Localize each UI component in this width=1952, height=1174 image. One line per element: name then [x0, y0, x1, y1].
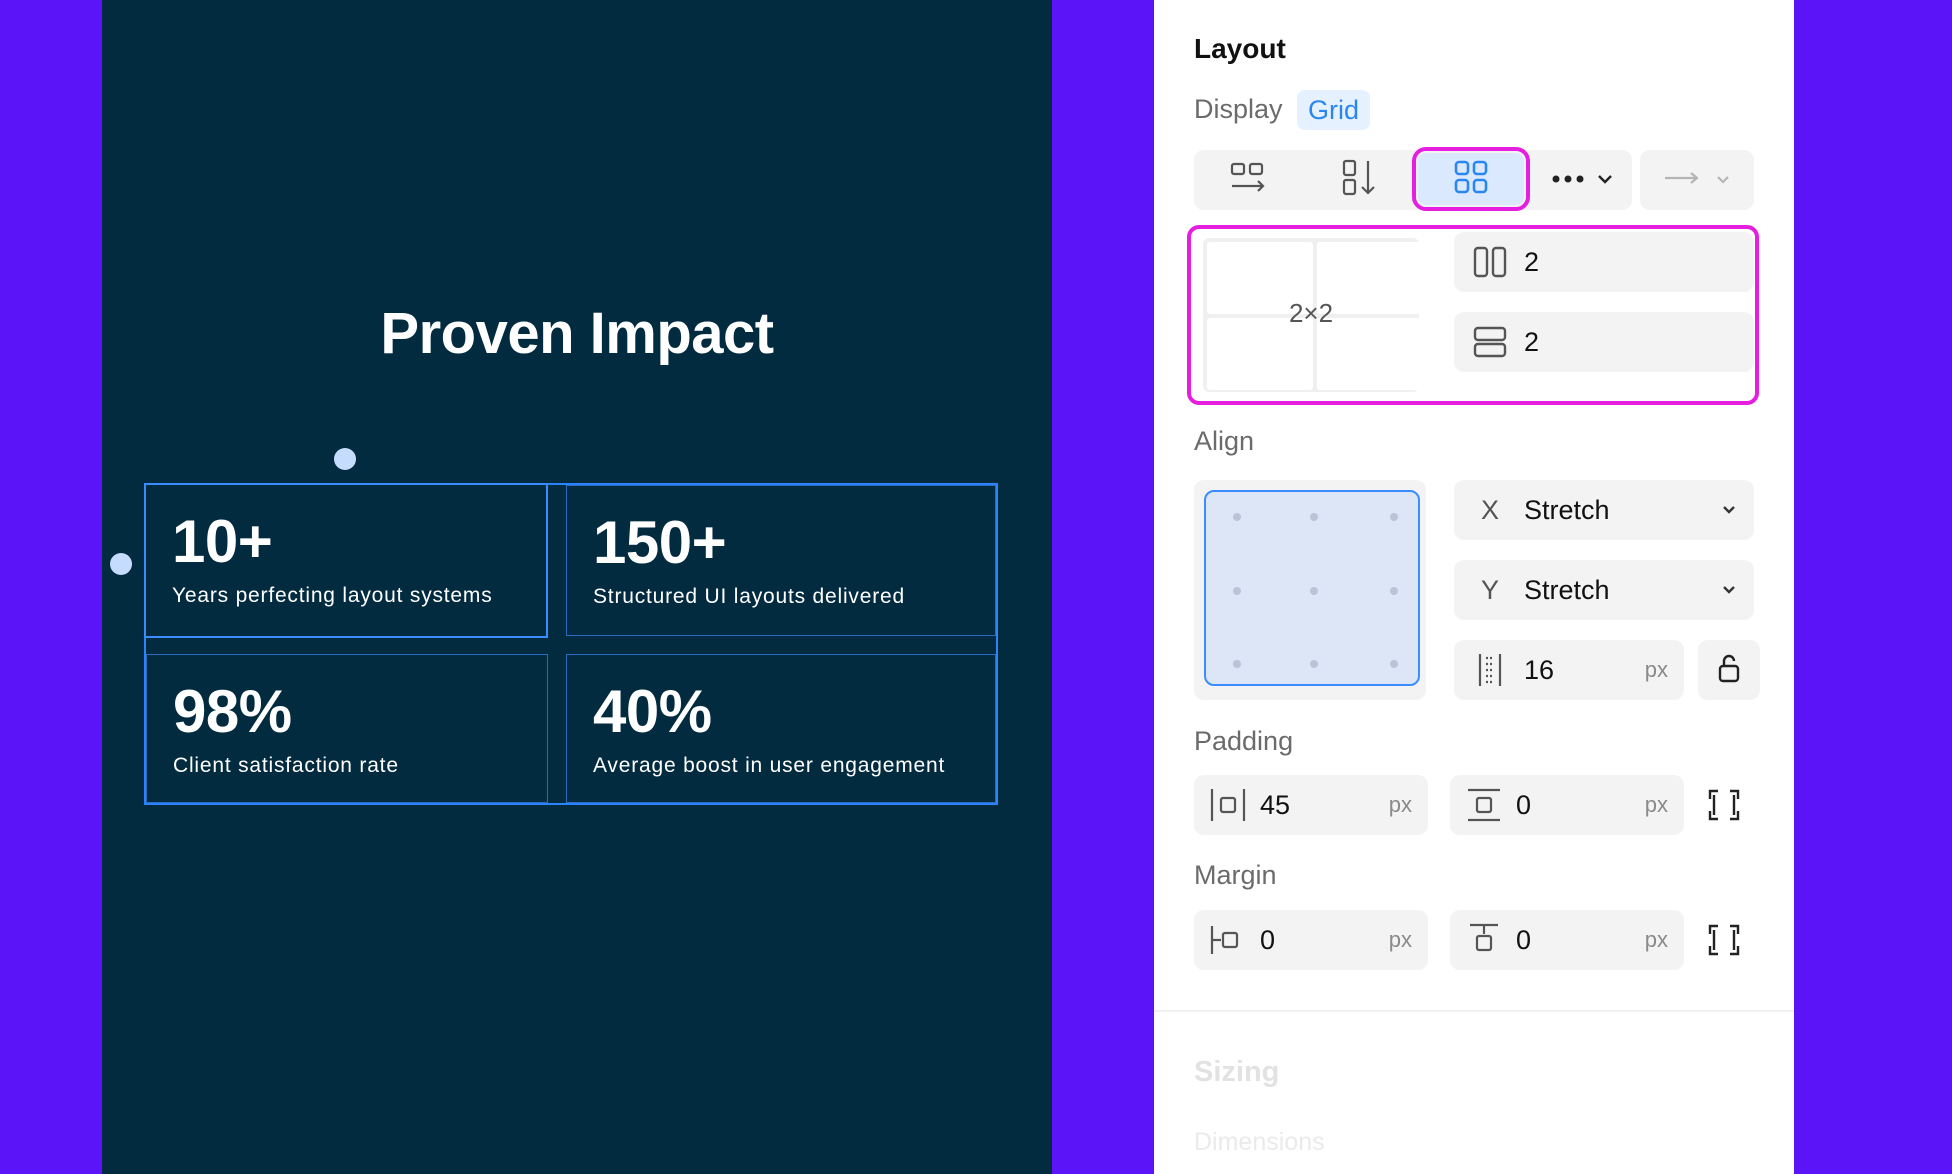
alignment-dot[interactable]	[1390, 587, 1398, 595]
gap-icon	[1470, 652, 1510, 688]
arrow-right-icon	[1664, 171, 1700, 190]
gap-field[interactable]: 16 px	[1454, 640, 1684, 700]
display-value-badge: Grid	[1297, 90, 1371, 130]
columns-field[interactable]: 2	[1454, 232, 1754, 292]
margin-individual-sides-button[interactable]	[1708, 924, 1740, 961]
padding-horizontal-unit: px	[1388, 792, 1412, 817]
stat-value: 150+	[593, 509, 727, 576]
align-label: Align	[1194, 426, 1255, 456]
padding-vertical-field[interactable]: 0 px	[1450, 775, 1684, 835]
more-icon	[1551, 171, 1585, 189]
margin-vertical-field[interactable]: 0 px	[1450, 910, 1684, 970]
lock-gap-button[interactable]	[1698, 640, 1760, 700]
lock-icon	[1717, 652, 1741, 689]
padding-individual-sides-button[interactable]	[1708, 789, 1740, 826]
padding-label: Padding	[1194, 726, 1294, 756]
align-y-value: Stretch	[1524, 574, 1610, 605]
stat-label: Structured UI layouts delivered	[593, 585, 905, 608]
layout-section-title: Layout	[1194, 33, 1286, 64]
align-x-value: Stretch	[1524, 494, 1610, 525]
alignment-dot[interactable]	[1310, 513, 1318, 521]
margin-horizontal-value[interactable]: 0	[1260, 925, 1275, 956]
alignment-dot[interactable]	[1233, 587, 1241, 595]
align-y-axis-label: Y	[1480, 574, 1499, 605]
grid-mode-button[interactable]	[1412, 147, 1530, 211]
flow-direction-button[interactable]	[1640, 150, 1754, 210]
align-x-axis-label: X	[1480, 494, 1499, 525]
stat-label: Years perfecting layout systems	[172, 584, 493, 607]
grid-preview-label: 2×2	[1288, 298, 1334, 328]
resize-handle-top[interactable]	[334, 448, 356, 470]
margin-horizontal-field[interactable]: 0 px	[1194, 910, 1428, 970]
stack-horizontal-icon	[1229, 160, 1269, 201]
display-label: Display	[1194, 94, 1283, 124]
margin-horizontal-icon	[1208, 922, 1248, 958]
gap-unit: px	[1644, 657, 1668, 682]
stat-value: 10+	[172, 508, 273, 575]
design-canvas[interactable]: Proven Impact 10+ Years perfecting layou…	[102, 0, 1052, 1174]
margin-vertical-icon	[1464, 922, 1504, 958]
dimensions-label: Dimensions	[1194, 1128, 1325, 1156]
margin-label: Margin	[1194, 860, 1277, 890]
individual-sides-icon	[1708, 924, 1740, 960]
section-heading[interactable]: Proven Impact	[102, 300, 1052, 367]
padding-vertical-unit: px	[1644, 792, 1668, 817]
alignment-dot[interactable]	[1390, 513, 1398, 521]
stat-card[interactable]: 10+ Years perfecting layout systems	[144, 483, 548, 638]
section-divider	[1154, 1010, 1794, 1012]
padding-horizontal-field[interactable]: 45 px	[1194, 775, 1428, 835]
margin-vertical-value[interactable]: 0	[1516, 925, 1531, 956]
padding-horizontal-icon	[1208, 787, 1248, 823]
more-layout-options[interactable]	[1532, 150, 1632, 210]
alignment-dot[interactable]	[1233, 660, 1241, 668]
stat-label: Client satisfaction rate	[173, 754, 399, 777]
align-x-select[interactable]: X Stretch	[1454, 480, 1754, 540]
stat-label: Average boost in user engagement	[593, 754, 946, 777]
display-mode-segment	[1194, 147, 1632, 211]
gap-value[interactable]: 16	[1524, 655, 1554, 686]
alignment-matrix-selection[interactable]	[1204, 490, 1420, 686]
columns-value[interactable]: 2	[1524, 247, 1539, 278]
columns-icon	[1470, 246, 1510, 278]
alignment-dot[interactable]	[1233, 513, 1241, 521]
stack-vertical-icon	[1340, 158, 1378, 203]
chevron-down-icon	[1722, 578, 1736, 607]
stat-value: 40%	[593, 678, 712, 745]
align-y-select[interactable]: Y Stretch	[1454, 560, 1754, 620]
resize-handle-left[interactable]	[110, 553, 132, 575]
padding-vertical-value[interactable]: 0	[1516, 790, 1531, 821]
grid-icon	[1453, 159, 1489, 200]
alignment-dot[interactable]	[1390, 660, 1398, 668]
chevron-down-icon	[1716, 171, 1730, 189]
layout-properties-panel: Layout Display Grid 2×2 2 2 Align X Stre…	[1154, 0, 1794, 1174]
rows-value[interactable]: 2	[1524, 327, 1539, 358]
stack-vertical-button[interactable]	[1304, 150, 1414, 210]
alignment-dot[interactable]	[1310, 587, 1318, 595]
stat-value: 98%	[173, 678, 292, 745]
stat-card[interactable]: 150+ Structured UI layouts delivered	[566, 485, 996, 636]
stack-horizontal-button[interactable]	[1194, 150, 1304, 210]
chevron-down-icon	[1597, 171, 1613, 189]
margin-vertical-unit: px	[1644, 927, 1668, 952]
alignment-dot[interactable]	[1310, 660, 1318, 668]
flow-direction-select[interactable]	[1640, 150, 1754, 210]
alignment-matrix[interactable]	[1194, 480, 1426, 700]
sizing-section-title[interactable]: Sizing	[1194, 1056, 1279, 1089]
rows-field[interactable]: 2	[1454, 312, 1754, 372]
grid-preview[interactable]: 2×2	[1203, 238, 1423, 392]
individual-sides-icon	[1708, 789, 1740, 825]
padding-horizontal-value[interactable]: 45	[1260, 790, 1290, 821]
margin-horizontal-unit: px	[1388, 927, 1412, 952]
stat-card[interactable]: 98% Client satisfaction rate	[146, 654, 548, 803]
padding-vertical-icon	[1464, 787, 1504, 823]
rows-icon	[1470, 326, 1510, 358]
chevron-down-icon	[1722, 498, 1736, 527]
stat-card[interactable]: 40% Average boost in user engagement	[566, 654, 996, 803]
